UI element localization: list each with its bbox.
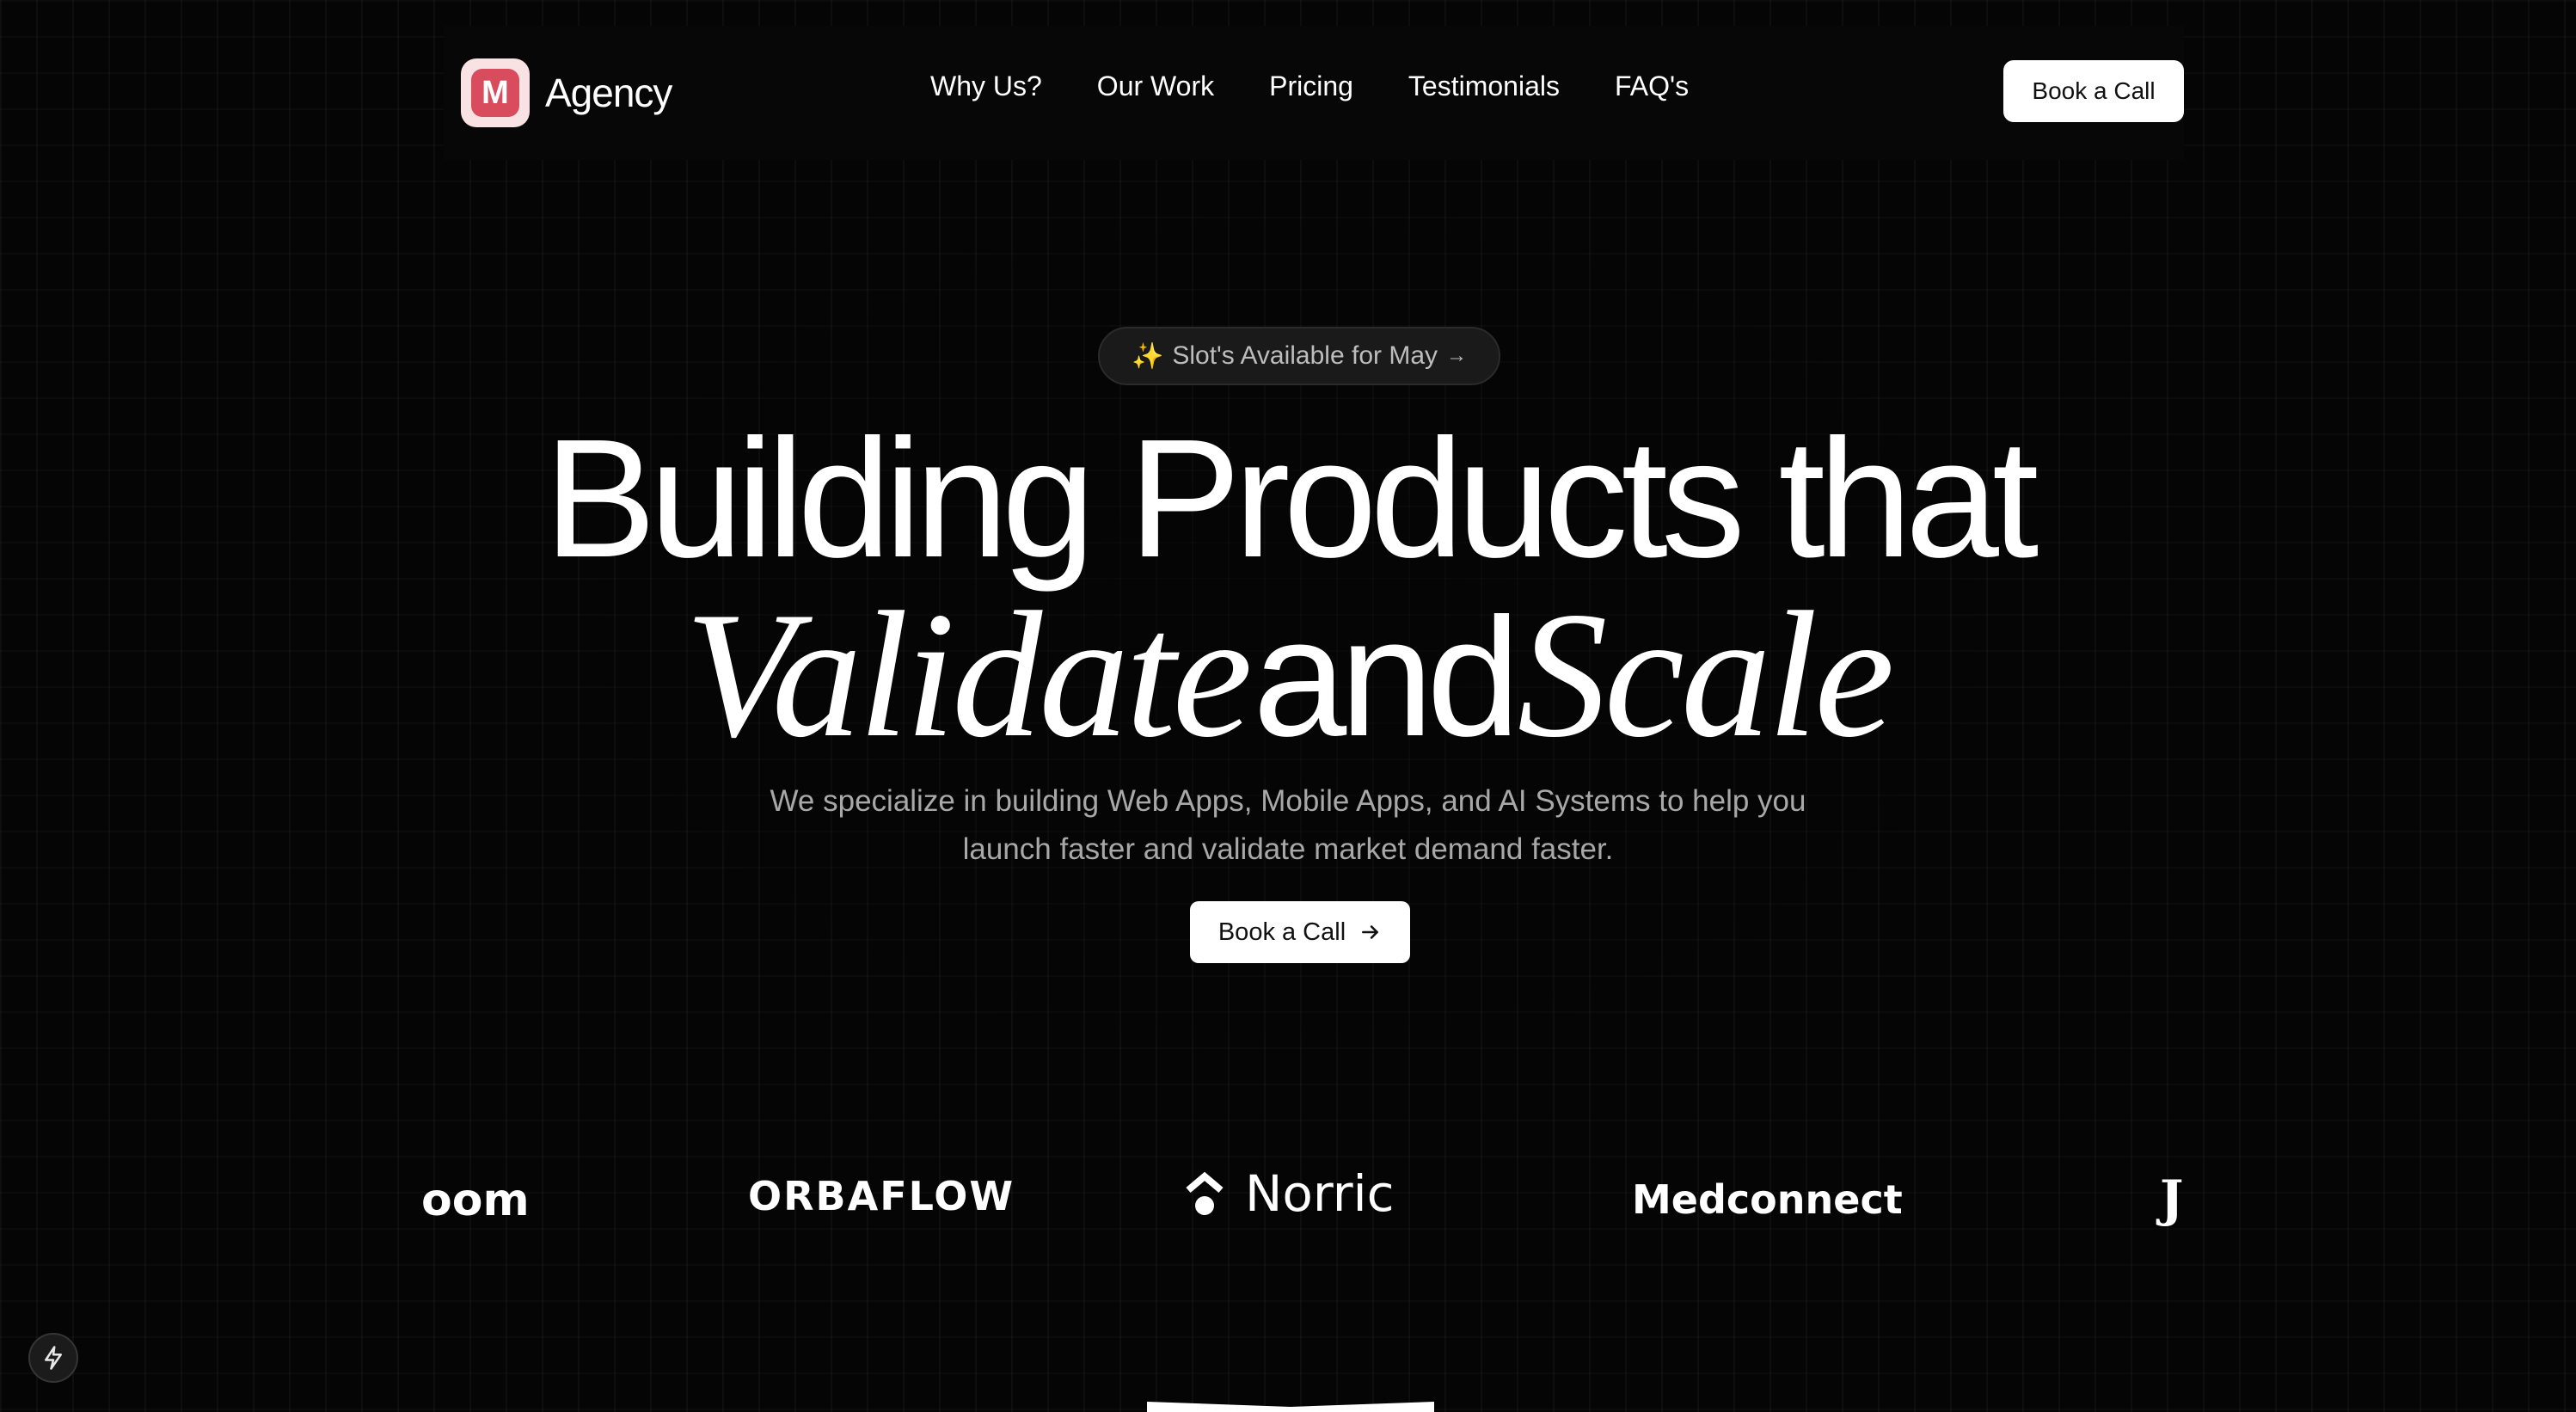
landing-page: M Agency Why Us? Our Work Pricing Testim… [0,0,2576,1412]
bolt-icon [45,1346,62,1370]
bolt-icon-button[interactable] [28,1333,78,1383]
nav-link-pricing[interactable]: Pricing [1269,71,1353,102]
brand-name: Agency [545,71,672,115]
badge-text: Slot's Available for May [1172,341,1438,370]
availability-badge[interactable]: ✨ Slot's Available for May → [1098,327,1500,385]
nav-link-testimonials[interactable]: Testimonials [1408,71,1560,102]
brand-logo-icon: M [461,58,530,127]
client-logo-medconnect: Medconnect [1632,1176,1903,1223]
headline-word-scale: Scale [1517,575,1895,775]
norric-mark-icon [1186,1171,1224,1215]
sparkles-icon: ✨ [1131,341,1164,371]
hero-subtext: We specialize in building Web Apps, Mobi… [770,784,1806,866]
client-logo-row: oom ORBAFLOW Norric Medconnect J [0,1152,2576,1255]
brand-logo-letter: M [471,69,519,117]
headline-word-validate: Validate [684,575,1253,775]
client-logo-j: J [2160,1170,2184,1228]
client-logo-norric: Norric [1183,1164,1395,1223]
client-logo-oom: oom [421,1175,530,1226]
client-logo-orbaflow: ORBAFLOW [748,1173,1015,1219]
hero-headline-line1: Building Products that [543,404,2039,592]
nav-links: Why Us? Our Work Pricing Testimonials FA… [930,71,1689,102]
norric-wordmark: Norric [1245,1164,1395,1223]
hero-book-call-button[interactable]: Book a Call [1190,901,1410,963]
nav-link-why-us[interactable]: Why Us? [930,71,1042,102]
top-navbar: M Agency Why Us? Our Work Pricing Testim… [444,26,2184,160]
bottom-preview-shape [1147,1402,1434,1412]
arrow-right-icon: → [1446,344,1468,367]
hero-cta-label: Book a Call [1217,918,1346,946]
arrow-right-icon [1362,925,1379,939]
nav-link-faqs[interactable]: FAQ's [1615,71,1689,102]
nav-book-call-button[interactable]: Book a Call [2003,60,2184,122]
headline-word-and: and [1253,583,1520,771]
brand[interactable]: M Agency [461,58,672,127]
nav-link-our-work[interactable]: Our Work [1097,71,1214,102]
